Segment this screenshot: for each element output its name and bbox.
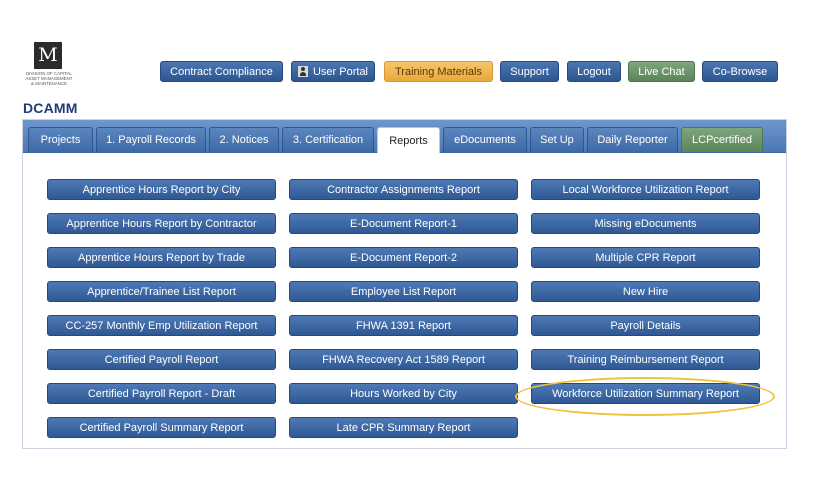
- report-apprentice-hours-by-trade[interactable]: Apprentice Hours Report by Trade: [47, 247, 276, 268]
- tab-payroll-records[interactable]: 1. Payroll Records: [96, 127, 206, 152]
- report-contractor-assignments[interactable]: Contractor Assignments Report: [289, 179, 518, 200]
- user-portal-label: User Portal: [312, 65, 369, 78]
- report-late-cpr-summary[interactable]: Late CPR Summary Report: [289, 417, 518, 438]
- report-apprentice-trainee-list[interactable]: Apprentice/Trainee List Report: [47, 281, 276, 302]
- tab-daily-reporter[interactable]: Daily Reporter: [587, 127, 678, 152]
- report-certified-payroll-draft[interactable]: Certified Payroll Report - Draft: [47, 383, 276, 404]
- user-portal-button[interactable]: User Portal: [291, 61, 375, 82]
- dcamm-logo-mark: M: [34, 42, 62, 69]
- support-label: Support: [510, 65, 549, 78]
- live-chat-button[interactable]: Live Chat: [628, 61, 695, 82]
- tab-notices[interactable]: 2. Notices: [209, 127, 279, 152]
- training-materials-label: Training Materials: [394, 65, 482, 78]
- brand-name: DCAMM: [23, 100, 78, 116]
- co-browse-label: Co-Browse: [712, 65, 768, 78]
- report-workforce-utilization-summary[interactable]: Workforce Utilization Summary Report: [531, 383, 760, 404]
- report-certified-payroll-summary[interactable]: Certified Payroll Summary Report: [47, 417, 276, 438]
- report-new-hire[interactable]: New Hire: [531, 281, 760, 302]
- report-missing-edocuments[interactable]: Missing eDocuments: [531, 213, 760, 234]
- live-chat-label: Live Chat: [638, 65, 685, 78]
- report-payroll-details[interactable]: Payroll Details: [531, 315, 760, 336]
- report-edocument-1[interactable]: E-Document Report-1: [289, 213, 518, 234]
- co-browse-button[interactable]: Co-Browse: [702, 61, 778, 82]
- contract-compliance-label: Contract Compliance: [170, 65, 273, 78]
- tab-certification[interactable]: 3. Certification: [282, 127, 374, 152]
- tab-lcpcertified[interactable]: LCPcertified: [681, 127, 763, 152]
- report-apprentice-hours-by-contractor[interactable]: Apprentice Hours Report by Contractor: [47, 213, 276, 234]
- tab-edocuments[interactable]: eDocuments: [443, 127, 527, 152]
- report-certified-payroll[interactable]: Certified Payroll Report: [47, 349, 276, 370]
- tab-set-up[interactable]: Set Up: [530, 127, 584, 152]
- logo-org-text: Division of Capital Asset Management & M…: [25, 71, 73, 86]
- logout-button[interactable]: Logout: [567, 61, 621, 82]
- logout-label: Logout: [577, 65, 611, 78]
- report-employee-list[interactable]: Employee List Report: [289, 281, 518, 302]
- report-hours-worked-by-city[interactable]: Hours Worked by City: [289, 383, 518, 404]
- user-icon: [297, 66, 308, 77]
- contract-compliance-button[interactable]: Contract Compliance: [160, 61, 283, 82]
- report-training-reimbursement[interactable]: Training Reimbursement Report: [531, 349, 760, 370]
- report-multiple-cpr[interactable]: Multiple CPR Report: [531, 247, 760, 268]
- report-fhwa-1391[interactable]: FHWA 1391 Report: [289, 315, 518, 336]
- report-apprentice-hours-by-city[interactable]: Apprentice Hours Report by City: [47, 179, 276, 200]
- report-edocument-2[interactable]: E-Document Report-2: [289, 247, 518, 268]
- report-local-workforce-utilization[interactable]: Local Workforce Utilization Report: [531, 179, 760, 200]
- tab-reports[interactable]: Reports: [377, 127, 440, 153]
- support-button[interactable]: Support: [500, 61, 559, 82]
- tab-bar: Projects 1. Payroll Records 2. Notices 3…: [23, 120, 786, 153]
- training-materials-button[interactable]: Training Materials: [384, 61, 493, 82]
- tab-projects[interactable]: Projects: [28, 127, 93, 152]
- report-cc257-monthly-emp-utilization[interactable]: CC-257 Monthly Emp Utilization Report: [47, 315, 276, 336]
- report-fhwa-recovery-act-1589[interactable]: FHWA Recovery Act 1589 Report: [289, 349, 518, 370]
